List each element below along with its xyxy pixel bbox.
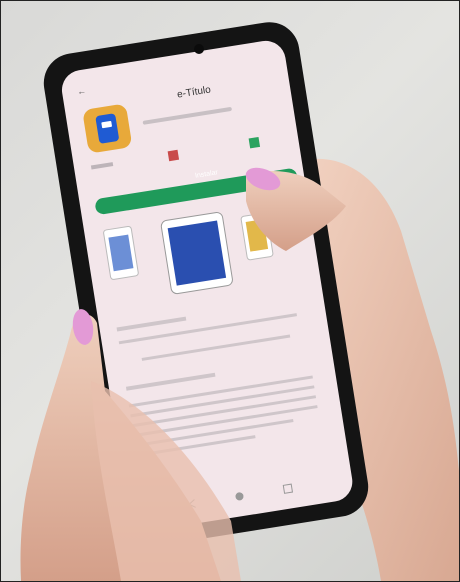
- photo: ←: [20, 22, 459, 581]
- back-arrow-icon: ←: [76, 85, 86, 96]
- photo-frame: ← e-Título Instalar: [0, 0, 460, 582]
- camera-icon: [194, 44, 204, 54]
